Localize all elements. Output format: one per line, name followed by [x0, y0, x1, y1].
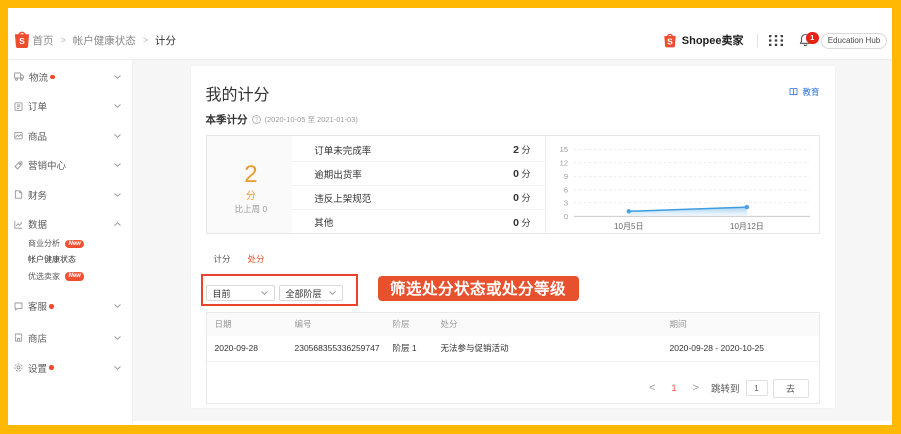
svg-text:12: 12	[559, 158, 567, 167]
svg-text:3: 3	[563, 198, 567, 207]
svg-text:S: S	[19, 36, 25, 46]
svg-text:S: S	[667, 37, 673, 47]
svg-text:15: 15	[559, 145, 567, 154]
svg-text:6: 6	[563, 186, 567, 195]
svg-text:9: 9	[563, 172, 567, 181]
svg-text:10月12日: 10月12日	[730, 222, 764, 231]
svg-text:10月5日: 10月5日	[614, 222, 643, 231]
svg-text:0: 0	[563, 212, 567, 221]
